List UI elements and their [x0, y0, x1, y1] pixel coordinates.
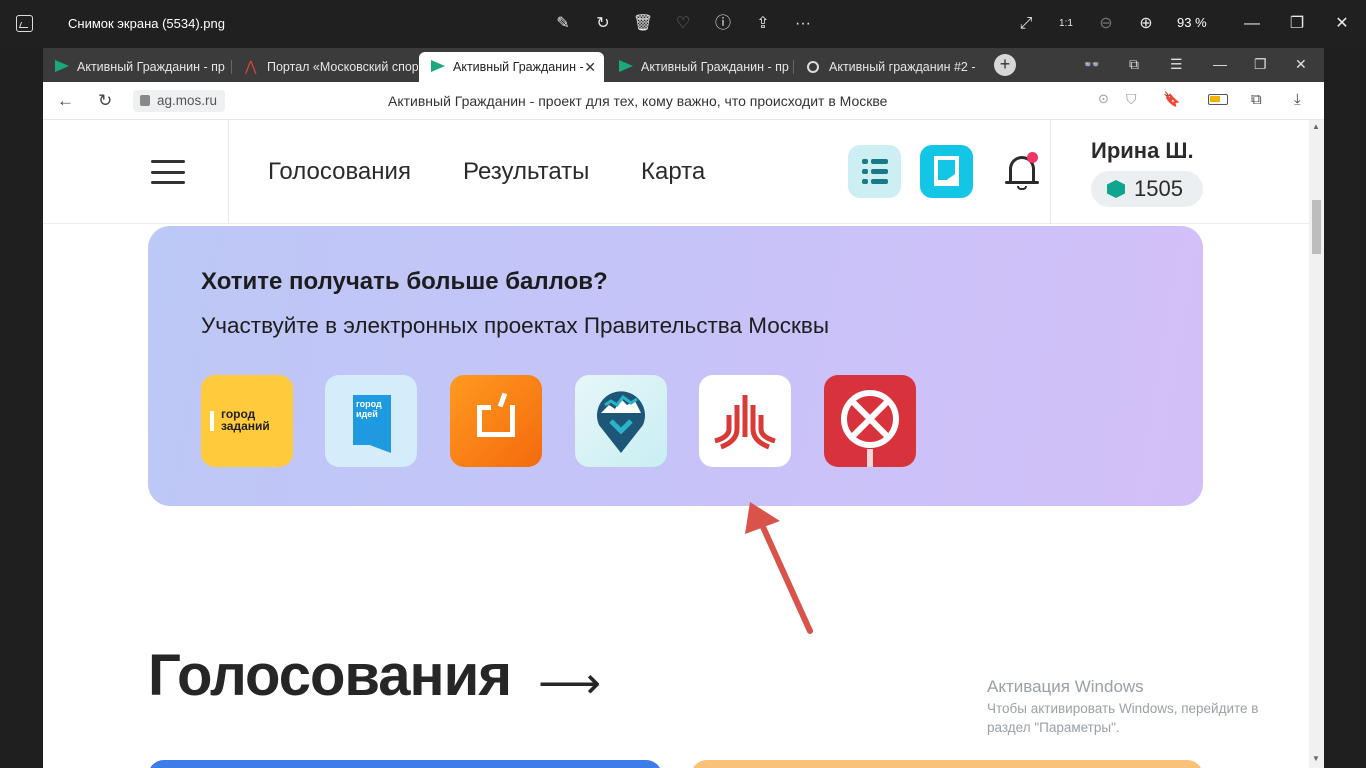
favorite-icon[interactable]: ♡ — [671, 12, 695, 36]
back-icon[interactable]: ← — [57, 91, 74, 111]
user-name[interactable]: Ирина Ш. — [1091, 138, 1194, 164]
tab-4[interactable]: Активный Гражданин - пр — [607, 52, 792, 82]
edit-icon[interactable]: ✎ — [551, 12, 575, 36]
web-page: Голосования Результаты Карта Ирина Ш. 15… — [43, 120, 1309, 768]
image-viewer-bar: Снимок экрана (5534).png ✎ ↻ 🗑 ♡ ⓘ ⇪ ···… — [0, 0, 1366, 48]
browser-tabstrip: Активный Гражданин - пр ⋀ Портал «Москов… — [43, 48, 1324, 82]
tab-copy-icon[interactable]: ⧉ — [1129, 56, 1139, 73]
annotation-arrow — [745, 502, 813, 634]
tab-label: Активный Гражданин - пр — [77, 60, 225, 74]
fullscreen-icon[interactable]: ⤢ — [1014, 12, 1038, 36]
points-value: 1505 — [1134, 176, 1183, 201]
tab-label: Активный Гражданин - — [453, 60, 584, 74]
tab-5[interactable]: Активный гражданин #2 - — [795, 52, 983, 82]
scroll-down-icon[interactable]: ▼ — [1312, 754, 1320, 763]
browser-minimize-icon[interactable]: — — [1213, 56, 1227, 72]
zoom-level: 93 % — [1177, 15, 1207, 30]
promo-subtitle: Участвуйте в электронных проектах Правит… — [201, 313, 829, 338]
reload-icon[interactable]: ↻ — [98, 91, 112, 111]
menu-icon[interactable]: ☰ — [1170, 56, 1183, 73]
circle-favicon-icon — [807, 61, 819, 73]
site-header: Голосования Результаты Карта Ирина Ш. 15… — [43, 120, 1309, 224]
download-icon[interactable]: ⤓ — [1294, 91, 1301, 108]
nav-map[interactable]: Карта — [641, 158, 705, 186]
address-bar: ← ↻ ag.mos.ru Активный Гражданин - проек… — [43, 82, 1324, 120]
section-arrow-icon[interactable]: ⟶ — [538, 658, 601, 709]
map-pin-icon — [597, 391, 645, 453]
browser-close-icon[interactable]: ✕ — [1295, 56, 1307, 73]
url-field[interactable]: ag.mos.ru — [133, 90, 226, 112]
hamburger-menu-icon[interactable] — [151, 160, 185, 184]
delete-icon[interactable]: 🗑 — [631, 12, 655, 36]
battery-icon[interactable] — [1208, 94, 1228, 105]
search-page-icon[interactable]: ⊙ — [1098, 91, 1109, 107]
bookmark-icon[interactable]: 🔖 — [1163, 91, 1180, 108]
minimize-icon[interactable]: — — [1240, 12, 1264, 36]
scroll-up-icon[interactable]: ▲ — [1312, 122, 1320, 131]
file-title: Снимок экрана (5534).png — [68, 16, 225, 31]
ag-favicon-icon — [55, 60, 69, 74]
sport-favicon-icon: ⋀ — [245, 58, 257, 74]
actual-size-icon[interactable]: 1:1 — [1054, 12, 1078, 36]
zoom-in-icon[interactable]: ⊕ — [1134, 12, 1158, 36]
tab-2[interactable]: ⋀ Портал «Московский спор — [233, 52, 418, 82]
promo-title: Хотите получать больше баллов? — [201, 268, 608, 295]
windows-activation-title: Активация Windows — [987, 677, 1144, 696]
app-no-sign[interactable] — [824, 375, 916, 467]
tab-label: Активный Гражданин - пр — [641, 60, 789, 74]
points-badge[interactable]: 1505 — [1091, 171, 1203, 207]
more-icon[interactable]: ··· — [791, 12, 815, 36]
photos-app-icon — [16, 15, 33, 32]
gorod-idey-logo-text: город идей — [356, 399, 382, 419]
notification-dot — [1027, 152, 1038, 163]
vote-card-orange[interactable] — [691, 760, 1203, 768]
browser-restore-icon[interactable]: ❐ — [1254, 56, 1267, 73]
maximize-icon[interactable]: ❐ — [1285, 12, 1309, 36]
page-scrollbar[interactable]: ▲ ▼ — [1309, 120, 1324, 768]
collections-icon[interactable]: ⧉ — [1251, 91, 1262, 108]
app-orange-square[interactable] — [450, 375, 542, 467]
zoom-out-icon[interactable]: ⊖ — [1094, 12, 1118, 36]
notifications-bell-icon[interactable] — [1005, 152, 1039, 192]
windows-activation-text: Чтобы активировать Windows, перейдите в … — [987, 701, 1259, 735]
promo-banner: Хотите получать больше баллов? Участвуйт… — [148, 226, 1203, 506]
app-gorod-idey[interactable]: город идей — [325, 375, 417, 467]
gem-icon — [1107, 180, 1125, 198]
no-sign-icon — [841, 390, 899, 467]
app-map-pin[interactable] — [575, 375, 667, 467]
page-title: Активный Гражданин - проект для тех, ком… — [388, 93, 888, 109]
list-icon — [862, 159, 888, 185]
tab-3-active[interactable]: Активный Гражданин - ✕ — [419, 52, 604, 82]
book-icon — [934, 156, 959, 186]
share-icon[interactable]: ⇪ — [751, 12, 775, 36]
list-button[interactable] — [848, 145, 901, 198]
protect-icon[interactable]: ⛉ — [1126, 91, 1137, 108]
tab-1[interactable]: Активный Гражданин - пр — [43, 52, 228, 82]
ag-favicon-icon — [619, 60, 633, 74]
new-tab-button[interactable]: + — [994, 54, 1016, 76]
scroll-thumb[interactable] — [1312, 200, 1321, 254]
info-icon[interactable]: ⓘ — [711, 12, 735, 36]
vote-card-blue[interactable] — [148, 760, 662, 768]
rotate-icon[interactable]: ↻ — [591, 12, 615, 36]
nav-results[interactable]: Результаты — [463, 158, 589, 186]
app-red-symbol[interactable] — [699, 375, 791, 467]
lock-icon — [140, 95, 150, 106]
section-title-votes[interactable]: Голосования — [148, 642, 512, 709]
url-text: ag.mos.ru — [157, 93, 218, 108]
tab-label: Активный гражданин #2 - — [829, 60, 976, 74]
reading-mode-icon[interactable]: 👓 — [1083, 56, 1100, 73]
nav-votes[interactable]: Голосования — [268, 158, 411, 186]
book-button[interactable] — [920, 145, 973, 198]
gorod-zadaniy-logo-text: город заданий — [221, 407, 270, 433]
tab-label: Портал «Московский спор — [267, 60, 418, 74]
orange-square-icon — [477, 405, 515, 437]
red-symbol-icon — [714, 395, 776, 450]
app-gorod-zadaniy[interactable]: город заданий — [201, 375, 293, 467]
ag-favicon-icon — [431, 60, 445, 74]
close-tab-icon[interactable]: ✕ — [584, 52, 596, 82]
close-window-icon[interactable]: ✕ — [1330, 12, 1354, 36]
